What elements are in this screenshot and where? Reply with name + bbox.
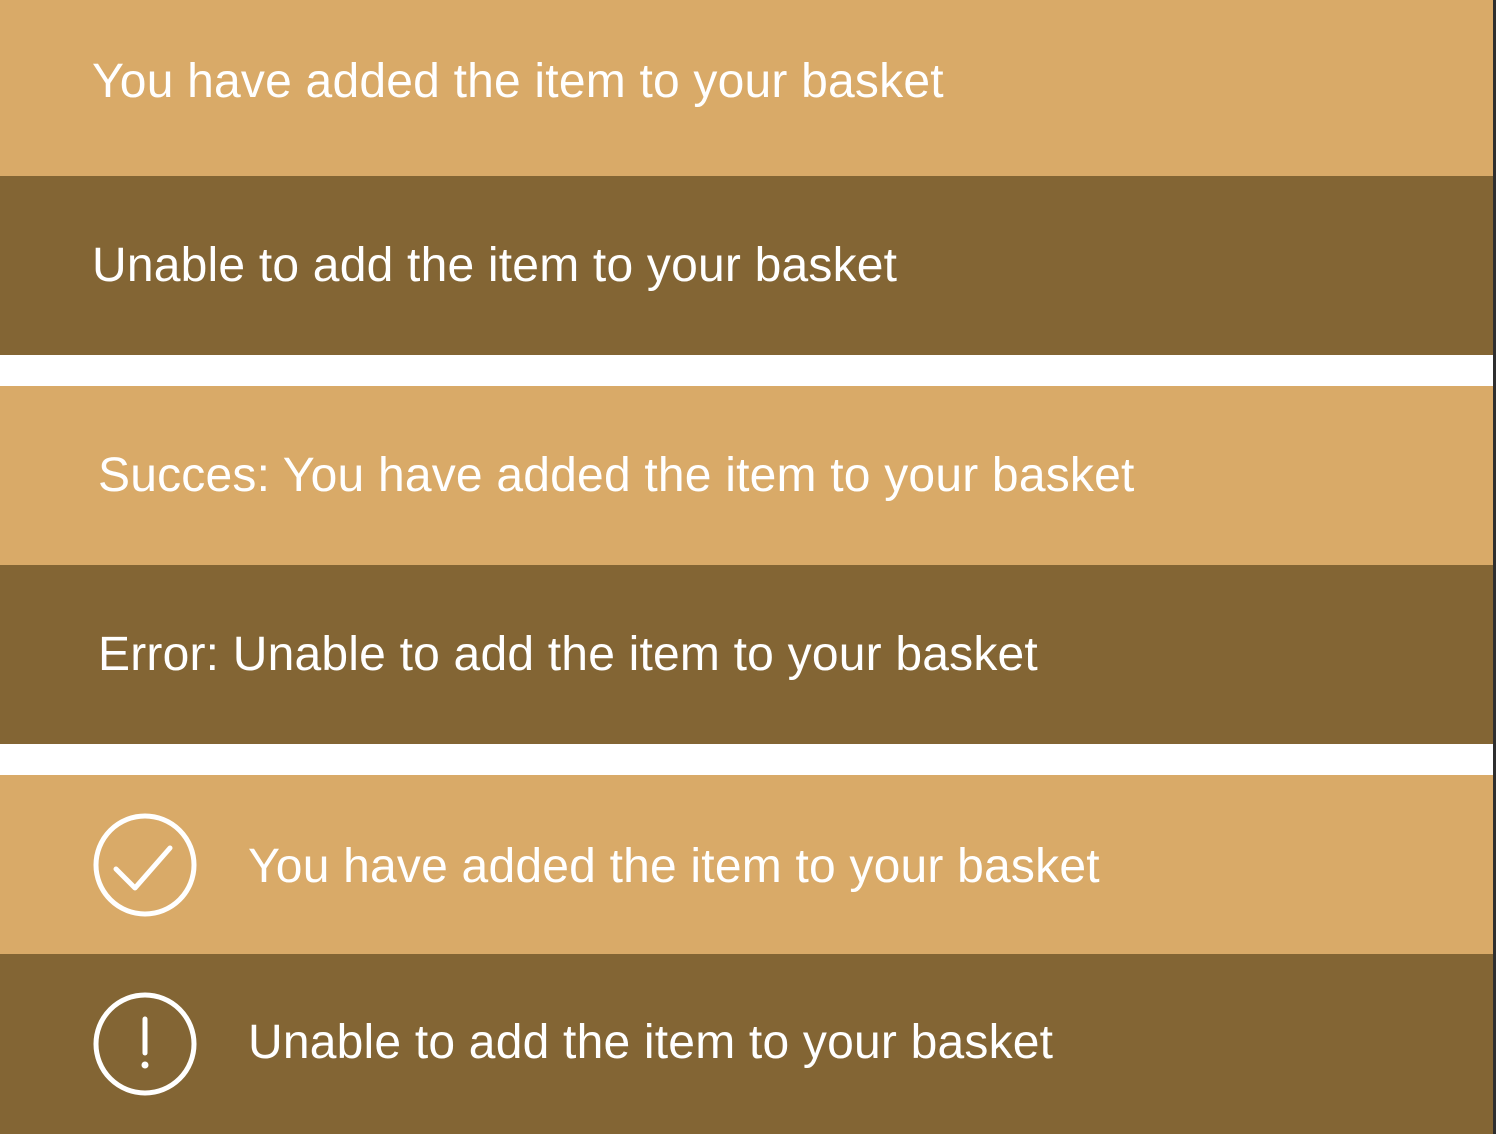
- error-banner-plain: Unable to add the item to your basket: [0, 176, 1493, 355]
- banner-message: Error: Unable to add the item to your ba…: [98, 628, 1038, 681]
- success-banner-prefixed: Succes: You have added the item to your …: [0, 386, 1493, 565]
- banner-message: You have added the item to your basket: [248, 840, 1100, 893]
- success-banner-with-icon: You have added the item to your basket: [0, 775, 1493, 954]
- banner-message: Succes: You have added the item to your …: [98, 449, 1135, 502]
- banner-message: Unable to add the item to your basket: [92, 239, 898, 292]
- exclamation-circle-icon: [92, 991, 198, 1097]
- check-circle-icon: [92, 812, 198, 918]
- error-banner-prefixed: Error: Unable to add the item to your ba…: [0, 565, 1493, 744]
- notification-examples-page: You have added the item to your basket U…: [0, 0, 1496, 1134]
- success-banner-plain: You have added the item to your basket: [0, 0, 1493, 176]
- error-banner-with-icon: Unable to add the item to your basket: [0, 954, 1493, 1134]
- banner-message: You have added the item to your basket: [92, 54, 944, 108]
- banner-message: Unable to add the item to your basket: [248, 1015, 1054, 1069]
